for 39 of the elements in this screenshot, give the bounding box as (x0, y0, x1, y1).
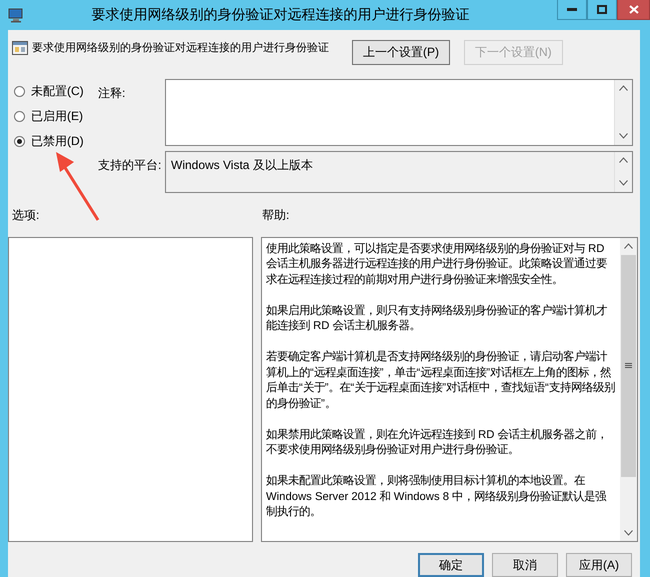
radio-option[interactable]: 未配置(C) (14, 82, 90, 100)
help-paragraph: 如果禁用此策略设置，则在允许远程连接到 RD 会话主机服务器之前，不要求使用网络级别身份验证对用户进行身份验证。 (266, 428, 609, 458)
close-button[interactable] (617, 0, 650, 20)
help-label: 帮助: (262, 206, 290, 224)
window-title: 要求使用网络级别的身份验证对远程连接的用户进行身份验证 (90, 6, 470, 24)
radio-option[interactable]: 已启用(E) (14, 108, 90, 125)
radio-circle[interactable] (14, 86, 25, 97)
comment-field[interactable] (165, 78, 633, 146)
chevron-down-icon (624, 530, 633, 536)
radio-circle[interactable] (14, 110, 25, 122)
apply-button[interactable]: 应用(A) (566, 553, 632, 577)
scroll-thumb[interactable] (621, 254, 636, 477)
minimize-icon (567, 8, 577, 11)
minimize-button[interactable] (557, 0, 587, 20)
chevron-up-icon (619, 157, 628, 164)
chevron-down-icon (619, 133, 628, 140)
maximize-icon (597, 5, 607, 14)
policy-name: 要求使用网络级别的身份验证对远程连接的用户进行身份验证 (32, 40, 329, 56)
radio-circle[interactable] (14, 136, 25, 147)
help-paragraph: 使用此策略设置，可以指定是否要求使用网络级别的身份验证对与 RD 会话主机服务器进行远程连接的用户进行身份验证。此策略设置通过要求在远程连接过程的前期对用户进行身份验证来增强安全性。 (266, 242, 608, 288)
chevron-up-icon (624, 243, 633, 250)
cancel-button[interactable]: 取消 (492, 553, 558, 577)
previous-setting-button[interactable]: 上一个设置(P) (352, 40, 450, 65)
close-icon (628, 5, 638, 14)
radio-option[interactable]: 已禁用(D) (14, 132, 90, 150)
platform-label: 支持的平台: (97, 156, 162, 174)
computer-icon (8, 8, 24, 22)
chevron-down-icon (619, 180, 628, 186)
help-paragraph: 如果未配置此策略设置，则将强制使用目标计算机的本地设置。在 Windows Server 2012 和 Windows 8 中，网络级别身份验证默认是强制执行的。 (266, 474, 608, 520)
maximize-button[interactable] (587, 0, 617, 20)
grip-icon (625, 362, 632, 370)
options-label: 选项: (12, 208, 40, 222)
platform-field: Windows Vista 及以上版本 (165, 150, 633, 193)
comment-label: 注释: (97, 84, 126, 102)
help-paragraph: 若要确定客户端计算机是否支持网络级别的身份验证，请启动客户端计算机上的“远程桌面连接”，单击“远程桌面连接”对话框左上角的图标，然后单击“关于”。在“关于远程桌面连接”对话框中，查找短语“支持网络级别的身份验证”。 (266, 350, 616, 412)
chevron-up-icon (619, 85, 628, 92)
policy-icon (12, 40, 28, 56)
ok-button[interactable]: 确定 (418, 553, 484, 577)
help-paragraph: 如果启用此策略设置，则只有支持网络级别身份验证的客户端计算机才能连接到 RD 会话主机服务器。 (266, 304, 608, 334)
